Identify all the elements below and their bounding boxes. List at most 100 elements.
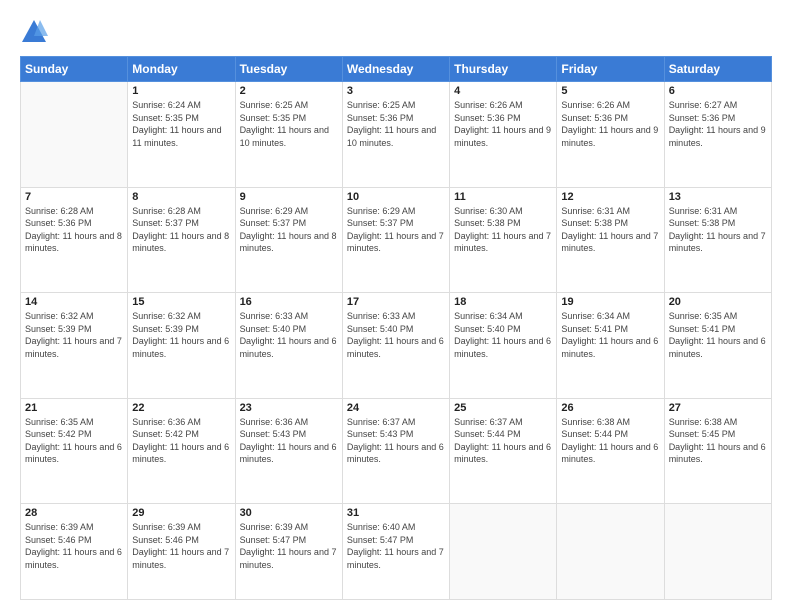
calendar-cell: 12 Sunrise: 6:31 AMSunset: 5:38 PMDayligh… (557, 187, 664, 293)
calendar-week-row: 28 Sunrise: 6:39 AMSunset: 5:46 PMDayligh… (21, 504, 772, 600)
cell-content: Sunrise: 6:33 AMSunset: 5:40 PMDaylight:… (347, 310, 445, 360)
day-number: 6 (669, 85, 767, 97)
calendar-cell (664, 504, 771, 600)
cell-content: Sunrise: 6:34 AMSunset: 5:40 PMDaylight:… (454, 310, 552, 360)
page: SundayMondayTuesdayWednesdayThursdayFrid… (0, 0, 792, 612)
day-number: 18 (454, 296, 552, 308)
calendar-cell: 24 Sunrise: 6:37 AMSunset: 5:43 PMDayligh… (342, 398, 449, 504)
calendar-cell: 8 Sunrise: 6:28 AMSunset: 5:37 PMDaylight… (128, 187, 235, 293)
calendar-week-row: 1Sunrise: 6:24 AMSunset: 5:35 PMDaylight… (21, 82, 772, 188)
day-number: 28 (25, 507, 123, 519)
calendar-cell: 29Sunrise: 6:39 AMSunset: 5:46 PMDayligh… (128, 504, 235, 600)
cell-content: Sunrise: 6:32 AMSunset: 5:39 PMDaylight:… (25, 310, 123, 360)
cell-content: Sunrise: 6:32 AMSunset: 5:39 PMDaylight:… (132, 310, 230, 360)
day-number: 14 (25, 296, 123, 308)
day-header-monday: Monday (128, 57, 235, 82)
day-number: 4 (454, 85, 552, 97)
calendar-cell: 25 Sunrise: 6:37 AMSunset: 5:44 PMDayligh… (450, 398, 557, 504)
day-number: 29 (132, 507, 230, 519)
day-header-thursday: Thursday (450, 57, 557, 82)
calendar-cell: 20 Sunrise: 6:35 AMSunset: 5:41 PMDayligh… (664, 293, 771, 399)
calendar-table: SundayMondayTuesdayWednesdayThursdayFrid… (20, 56, 772, 600)
day-number: 7 (25, 191, 123, 203)
cell-content: Sunrise: 6:31 AMSunset: 5:38 PMDaylight:… (561, 205, 659, 255)
day-number: 8 (132, 191, 230, 203)
calendar-cell: 9 Sunrise: 6:29 AMSunset: 5:37 PMDaylight… (235, 187, 342, 293)
day-number: 24 (347, 402, 445, 414)
calendar-header-row: SundayMondayTuesdayWednesdayThursdayFrid… (21, 57, 772, 82)
cell-content: Sunrise: 6:40 AMSunset: 5:47 PMDaylight:… (347, 521, 445, 571)
cell-content: Sunrise: 6:26 AMSunset: 5:36 PMDaylight:… (454, 99, 552, 149)
calendar-cell (450, 504, 557, 600)
day-header-sunday: Sunday (21, 57, 128, 82)
day-number: 19 (561, 296, 659, 308)
calendar-cell: 1Sunrise: 6:24 AMSunset: 5:35 PMDaylight… (128, 82, 235, 188)
cell-content: Sunrise: 6:37 AMSunset: 5:43 PMDaylight:… (347, 416, 445, 466)
logo (20, 18, 52, 46)
calendar-cell: 22 Sunrise: 6:36 AMSunset: 5:42 PMDayligh… (128, 398, 235, 504)
calendar-cell: 18 Sunrise: 6:34 AMSunset: 5:40 PMDayligh… (450, 293, 557, 399)
cell-content: Sunrise: 6:39 AMSunset: 5:47 PMDaylight:… (240, 521, 338, 571)
day-number: 11 (454, 191, 552, 203)
cell-content: Sunrise: 6:39 AMSunset: 5:46 PMDaylight:… (25, 521, 123, 571)
day-number: 9 (240, 191, 338, 203)
day-header-wednesday: Wednesday (342, 57, 449, 82)
cell-content: Sunrise: 6:29 AMSunset: 5:37 PMDaylight:… (240, 205, 338, 255)
day-number: 30 (240, 507, 338, 519)
calendar-cell: 16 Sunrise: 6:33 AMSunset: 5:40 PMDayligh… (235, 293, 342, 399)
cell-content: Sunrise: 6:36 AMSunset: 5:42 PMDaylight:… (132, 416, 230, 466)
cell-content: Sunrise: 6:25 AMSunset: 5:35 PMDaylight:… (240, 99, 338, 149)
day-number: 1 (132, 85, 230, 97)
calendar-week-row: 7 Sunrise: 6:28 AMSunset: 5:36 PMDaylight… (21, 187, 772, 293)
cell-content: Sunrise: 6:38 AMSunset: 5:45 PMDaylight:… (669, 416, 767, 466)
day-header-tuesday: Tuesday (235, 57, 342, 82)
calendar-cell: 19 Sunrise: 6:34 AMSunset: 5:41 PMDayligh… (557, 293, 664, 399)
cell-content: Sunrise: 6:37 AMSunset: 5:44 PMDaylight:… (454, 416, 552, 466)
calendar-cell: 17 Sunrise: 6:33 AMSunset: 5:40 PMDayligh… (342, 293, 449, 399)
cell-content: Sunrise: 6:27 AMSunset: 5:36 PMDaylight:… (669, 99, 767, 149)
day-number: 16 (240, 296, 338, 308)
cell-content: Sunrise: 6:34 AMSunset: 5:41 PMDaylight:… (561, 310, 659, 360)
day-number: 27 (669, 402, 767, 414)
day-number: 3 (347, 85, 445, 97)
calendar-cell: 27 Sunrise: 6:38 AMSunset: 5:45 PMDayligh… (664, 398, 771, 504)
cell-content: Sunrise: 6:33 AMSunset: 5:40 PMDaylight:… (240, 310, 338, 360)
cell-content: Sunrise: 6:25 AMSunset: 5:36 PMDaylight:… (347, 99, 445, 149)
cell-content: Sunrise: 6:35 AMSunset: 5:41 PMDaylight:… (669, 310, 767, 360)
day-number: 17 (347, 296, 445, 308)
header (20, 18, 772, 46)
calendar-cell: 10Sunrise: 6:29 AMSunset: 5:37 PMDayligh… (342, 187, 449, 293)
day-number: 21 (25, 402, 123, 414)
calendar-cell: 4 Sunrise: 6:26 AMSunset: 5:36 PMDaylight… (450, 82, 557, 188)
calendar-cell (21, 82, 128, 188)
cell-content: Sunrise: 6:31 AMSunset: 5:38 PMDaylight:… (669, 205, 767, 255)
day-number: 31 (347, 507, 445, 519)
calendar-cell: 30 Sunrise: 6:39 AMSunset: 5:47 PMDayligh… (235, 504, 342, 600)
day-header-friday: Friday (557, 57, 664, 82)
calendar-cell: 28 Sunrise: 6:39 AMSunset: 5:46 PMDayligh… (21, 504, 128, 600)
day-number: 2 (240, 85, 338, 97)
calendar-cell: 15 Sunrise: 6:32 AMSunset: 5:39 PMDayligh… (128, 293, 235, 399)
calendar-cell: 5Sunrise: 6:26 AMSunset: 5:36 PMDaylight… (557, 82, 664, 188)
cell-content: Sunrise: 6:38 AMSunset: 5:44 PMDaylight:… (561, 416, 659, 466)
logo-icon (20, 18, 48, 46)
cell-content: Sunrise: 6:28 AMSunset: 5:37 PMDaylight:… (132, 205, 230, 255)
cell-content: Sunrise: 6:28 AMSunset: 5:36 PMDaylight:… (25, 205, 123, 255)
day-number: 23 (240, 402, 338, 414)
day-number: 20 (669, 296, 767, 308)
day-header-saturday: Saturday (664, 57, 771, 82)
calendar-week-row: 21Sunrise: 6:35 AMSunset: 5:42 PMDayligh… (21, 398, 772, 504)
calendar-cell: 21Sunrise: 6:35 AMSunset: 5:42 PMDayligh… (21, 398, 128, 504)
day-number: 26 (561, 402, 659, 414)
calendar-cell: 3 Sunrise: 6:25 AMSunset: 5:36 PMDaylight… (342, 82, 449, 188)
calendar-cell: 14 Sunrise: 6:32 AMSunset: 5:39 PMDayligh… (21, 293, 128, 399)
day-number: 12 (561, 191, 659, 203)
calendar-cell: 2 Sunrise: 6:25 AMSunset: 5:35 PMDaylight… (235, 82, 342, 188)
day-number: 25 (454, 402, 552, 414)
cell-content: Sunrise: 6:36 AMSunset: 5:43 PMDaylight:… (240, 416, 338, 466)
calendar-cell (557, 504, 664, 600)
day-number: 15 (132, 296, 230, 308)
day-number: 22 (132, 402, 230, 414)
cell-content: Sunrise: 6:30 AMSunset: 5:38 PMDaylight:… (454, 205, 552, 255)
day-number: 13 (669, 191, 767, 203)
